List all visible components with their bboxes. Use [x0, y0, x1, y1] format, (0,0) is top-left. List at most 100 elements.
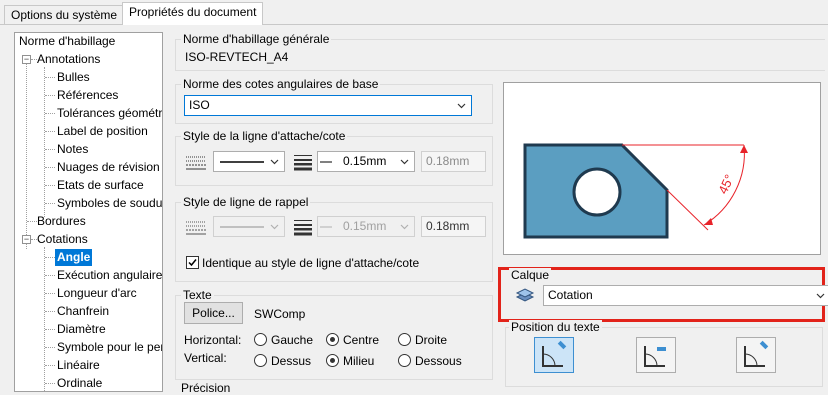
tree-guide: [45, 203, 55, 204]
layer-select[interactable]: Cotation: [543, 285, 828, 306]
font-button[interactable]: Police...: [184, 302, 243, 324]
tree-guide: [27, 221, 37, 222]
radio-droite[interactable]: [398, 333, 411, 346]
general-standard-title: Norme d'habillage générale: [181, 32, 332, 46]
tab-document-properties[interactable]: Propriétés du document: [122, 2, 264, 25]
part-hole: [572, 167, 622, 217]
tree-item-annotation[interactable]: Nuages de révision: [57, 159, 160, 176]
tree-guide: [45, 77, 55, 78]
line-thickness-icon[interactable]: [292, 152, 314, 172]
tree-item-cotation[interactable]: Diamètre: [57, 321, 106, 338]
tree-item-cotation[interactable]: Chanfrein: [57, 303, 109, 320]
chevron-down-icon: [270, 224, 279, 230]
same-style-checkbox[interactable]: [186, 256, 199, 269]
angular-standard-select[interactable]: ISO: [184, 95, 472, 116]
radio-dessous-label: Dessous: [415, 354, 462, 368]
tree-item-annotation[interactable]: Symboles de soudu: [57, 195, 162, 212]
tree-guide: [45, 167, 55, 168]
thin-line-icon: [320, 226, 332, 228]
tree-item-cotation[interactable]: Exécution angulaire: [57, 267, 162, 284]
tree-item-angle[interactable]: Angle: [55, 249, 93, 266]
angular-standard-value: ISO: [189, 98, 210, 112]
extension-custom-thickness-input[interactable]: 0.18mm: [421, 216, 486, 237]
general-standard-value: ISO-REVTECH_A4: [185, 50, 289, 64]
angular-standard-title: Norme des cotes angulaires de base: [181, 77, 381, 91]
text-title: Texte: [181, 288, 214, 302]
precision-title: Précision: [181, 381, 231, 395]
tree-guide: [45, 131, 55, 132]
tree-item-cotation[interactable]: Symbole pour le per: [57, 339, 162, 356]
solid-line-icon: [220, 226, 264, 228]
tree-guide: [45, 293, 55, 294]
radio-centre-label: Centre: [343, 333, 380, 347]
tree-item-cotations[interactable]: Cotations: [37, 231, 88, 248]
tree-guide: [45, 185, 55, 186]
leader-custom-thickness-input[interactable]: 0.18mm: [421, 151, 486, 172]
angle-text-aligned-icon: [542, 340, 567, 367]
preview-drawing: 45°: [523, 143, 748, 239]
tree-guide: [44, 247, 45, 391]
radio-centre[interactable]: [326, 333, 339, 346]
radio-dessus[interactable]: [254, 354, 267, 367]
leader-line-style-select[interactable]: [213, 151, 285, 172]
options-tree[interactable]: Norme d'habillage − Annotations Bulles R…: [14, 32, 163, 392]
extension-line: [666, 189, 709, 231]
collapse-icon[interactable]: −: [22, 55, 31, 64]
leader-style-title: Style de la ligne d'attache/cote: [181, 129, 348, 143]
extension-thickness-select[interactable]: 0.15mm: [317, 216, 415, 237]
tree-item-annotation[interactable]: Tolérances géométr: [57, 105, 162, 122]
vertical-label: Vertical:: [184, 351, 227, 365]
tree-guide: [45, 95, 55, 96]
horizontal-label: Horizontal:: [184, 333, 242, 347]
radio-droite-label: Droite: [415, 333, 448, 347]
radio-dessous[interactable]: [398, 354, 411, 367]
tree-item-cotation[interactable]: Ordinale: [57, 375, 102, 391]
same-style-label: Identique au style de ligne d'attache/co…: [202, 256, 420, 270]
tree-item-annotation[interactable]: Notes: [57, 141, 88, 158]
angle-text-horizontal-icon: [644, 346, 666, 367]
tree-guide: [45, 149, 55, 150]
tree-guide: [45, 257, 55, 258]
radio-gauche[interactable]: [254, 333, 267, 346]
tree-item-annotation[interactable]: Label de position: [57, 123, 148, 140]
extension-style-group: [175, 202, 493, 282]
checkmark-icon: [188, 259, 197, 267]
extension-thickness-value: 0.15mm: [343, 219, 387, 233]
tree-guide: [45, 329, 55, 330]
radio-milieu[interactable]: [326, 354, 339, 367]
radio-dessus-label: Dessus: [271, 354, 312, 368]
tree-item-annotation[interactable]: Références: [57, 87, 118, 104]
tree-guide: [44, 67, 45, 217]
solid-line-icon: [220, 161, 264, 163]
thin-line-icon: [320, 161, 332, 163]
tree-guide: [45, 347, 55, 348]
extension-line-style-select[interactable]: [213, 216, 285, 237]
line-thickness-icon: [294, 220, 312, 236]
tree-item-root[interactable]: Norme d'habillage: [19, 33, 115, 50]
tree-guide: [45, 383, 55, 384]
radio-gauche-label: Gauche: [271, 333, 314, 347]
tree-item-annotation[interactable]: Bulles: [57, 69, 90, 86]
tree-item-annotation[interactable]: Etats de surface: [57, 177, 144, 194]
text-position-aligned-button[interactable]: [534, 337, 574, 373]
tree-guide: [45, 311, 55, 312]
angle-text-broken-icon: [744, 340, 769, 367]
tree-guide: [45, 113, 55, 114]
dimension-text: 45°: [715, 172, 737, 196]
collapse-icon[interactable]: −: [22, 235, 31, 244]
layer-value: Cotation: [548, 288, 593, 302]
tree-item-bordures[interactable]: Bordures: [37, 213, 86, 230]
tree-item-cotation[interactable]: Linéaire: [57, 357, 100, 374]
line-style-icon[interactable]: [185, 152, 207, 172]
tree-guide: [45, 275, 55, 276]
tree-item-annotations[interactable]: Annotations: [37, 51, 100, 68]
tree-item-cotation[interactable]: Longueur d'arc: [57, 285, 137, 302]
text-position-horizontal-button[interactable]: [636, 337, 676, 373]
radio-milieu-label: Milieu: [343, 354, 375, 368]
leader-thickness-select[interactable]: 0.15mm: [317, 151, 415, 172]
tab-system-options[interactable]: Options du système: [4, 5, 125, 25]
chevron-down-icon: [400, 224, 409, 230]
text-position-broken-button[interactable]: [736, 337, 776, 373]
tab-bar: Options du système Propriétés du documen…: [0, 0, 828, 25]
chevron-down-icon: [400, 159, 409, 165]
